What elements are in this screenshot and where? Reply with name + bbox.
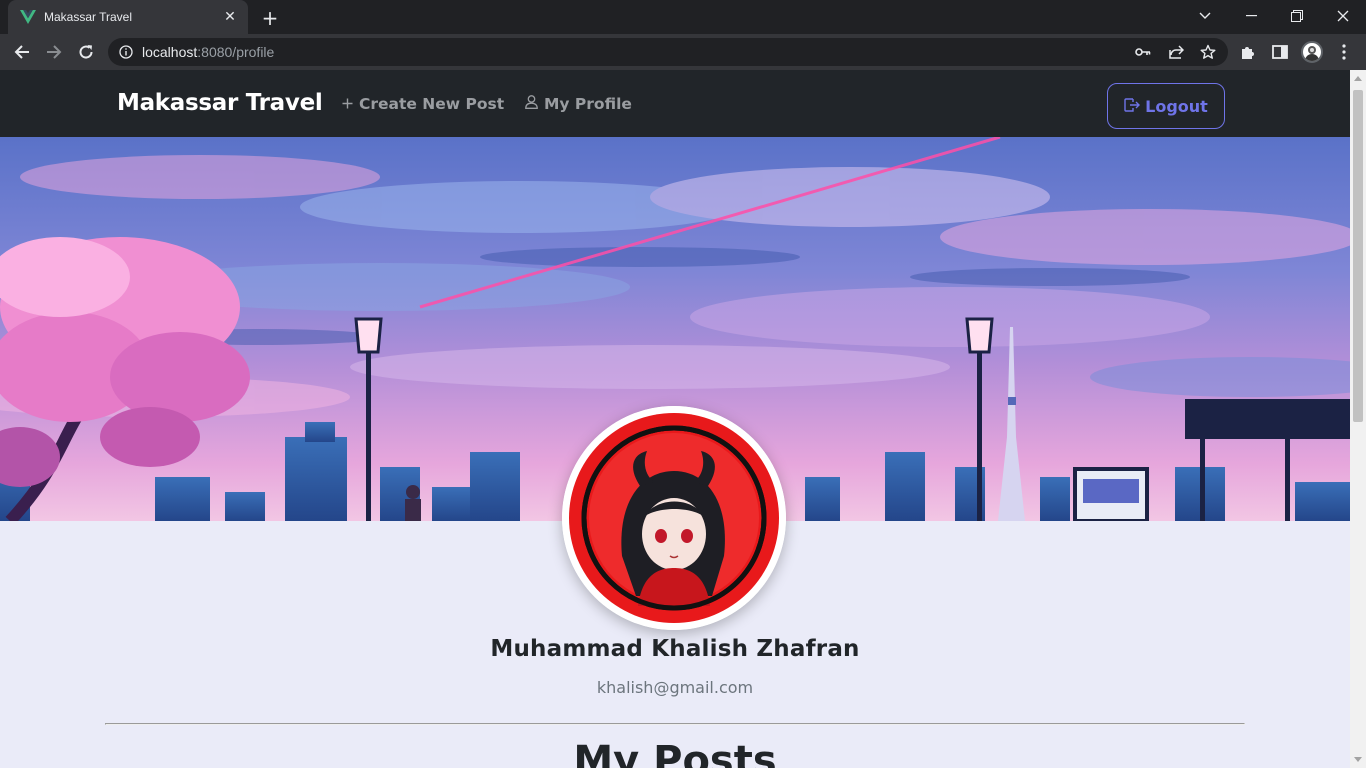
back-icon[interactable] bbox=[9, 39, 35, 65]
page-scrollbar[interactable] bbox=[1350, 70, 1366, 768]
scroll-thumb[interactable] bbox=[1353, 90, 1363, 422]
chrome-profile-avatar[interactable] bbox=[1301, 41, 1323, 63]
url-host: localhost bbox=[142, 44, 198, 60]
close-window-icon[interactable] bbox=[1320, 0, 1366, 32]
nav-create-post-label: Create New Post bbox=[359, 95, 505, 113]
profile-email: khalish@gmail.com bbox=[596, 678, 754, 697]
restore-icon[interactable] bbox=[1274, 0, 1320, 32]
share-icon[interactable] bbox=[1167, 43, 1185, 61]
browser-tabbar: Makassar Travel ✕ + bbox=[0, 0, 1366, 34]
forward-icon[interactable] bbox=[41, 39, 67, 65]
url-text: localhost:8080/profile bbox=[142, 44, 274, 60]
section-divider bbox=[105, 723, 1245, 725]
logout-button[interactable]: Logout bbox=[1107, 83, 1225, 129]
site-info-icon[interactable] bbox=[118, 44, 134, 60]
person-icon bbox=[525, 95, 538, 113]
profile-name: Muhammad Khalish Zhafran bbox=[490, 636, 860, 662]
bookmark-star-icon[interactable] bbox=[1199, 43, 1217, 61]
scroll-up-arrow-icon[interactable] bbox=[1354, 76, 1362, 81]
tab-close-icon[interactable]: ✕ bbox=[220, 7, 240, 27]
reload-icon[interactable] bbox=[73, 39, 99, 65]
nav-my-profile-link[interactable]: My Profile bbox=[525, 95, 632, 113]
scroll-down-arrow-icon[interactable] bbox=[1354, 757, 1362, 762]
extensions-icon[interactable] bbox=[1238, 42, 1258, 62]
site-navbar: Makassar Travel Create New Post My Profi… bbox=[0, 70, 1350, 137]
brand-logo[interactable]: Makassar Travel bbox=[117, 90, 323, 116]
address-bar[interactable]: localhost:8080/profile bbox=[108, 38, 1228, 66]
plus-icon bbox=[342, 95, 353, 113]
new-tab-icon[interactable]: + bbox=[258, 6, 282, 30]
browser-toolbar: localhost:8080/profile bbox=[0, 34, 1366, 70]
tab-title: Makassar Travel bbox=[44, 10, 133, 24]
key-icon[interactable] bbox=[1134, 43, 1152, 61]
minimize-icon[interactable] bbox=[1228, 0, 1274, 32]
side-panel-icon[interactable] bbox=[1270, 42, 1290, 62]
browser-tab[interactable]: Makassar Travel ✕ bbox=[8, 0, 248, 34]
nav-my-profile-label: My Profile bbox=[544, 95, 632, 113]
box-arrow-right-icon bbox=[1124, 97, 1141, 116]
url-path: :8080/profile bbox=[197, 44, 275, 60]
nav-create-post-link[interactable]: Create New Post bbox=[342, 95, 504, 113]
profile-avatar bbox=[562, 406, 786, 630]
chrome-menu-icon[interactable] bbox=[1334, 42, 1354, 62]
page-viewport: Makassar Travel Create New Post My Profi… bbox=[0, 70, 1350, 768]
logout-label: Logout bbox=[1145, 96, 1208, 116]
tab-search-icon[interactable] bbox=[1182, 0, 1228, 32]
my-posts-heading: My Posts bbox=[573, 738, 777, 768]
vue-favicon-icon bbox=[20, 9, 36, 25]
